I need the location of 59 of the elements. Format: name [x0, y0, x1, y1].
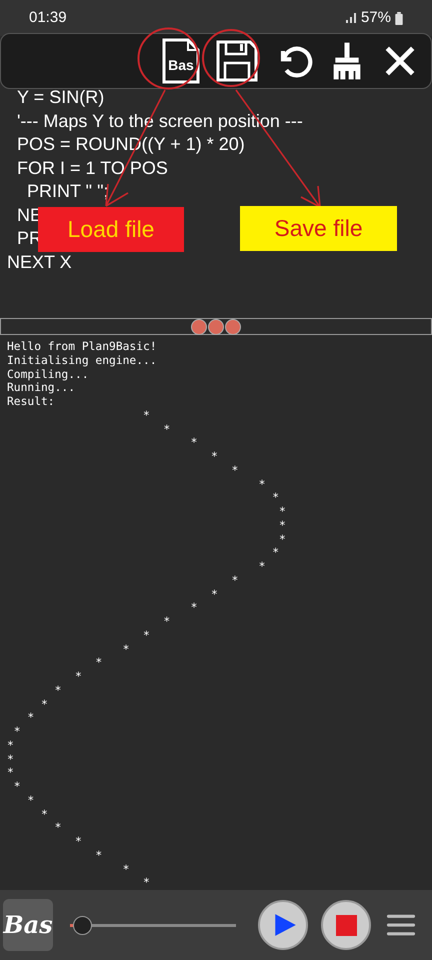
output-line: *	[26, 794, 34, 808]
output-line: *	[40, 698, 48, 712]
output-line: *	[258, 478, 266, 492]
output-line: *	[94, 656, 102, 670]
output-line: *	[162, 615, 170, 629]
app-logo[interactable]: Bas	[3, 899, 53, 951]
annotation-circle	[202, 29, 260, 87]
load-file-button[interactable]: Bas	[161, 37, 201, 85]
output-line: *	[278, 518, 286, 532]
output-line: *	[122, 862, 130, 876]
slider-thumb[interactable]	[72, 916, 92, 934]
annotation-label: Load file	[38, 207, 184, 252]
signal-icon	[344, 12, 357, 24]
code-line: FOR I = 1 TO POS	[16, 156, 168, 180]
code-line: NEXT X	[6, 250, 72, 274]
output-line: *	[40, 808, 48, 822]
annotation-label: Save file	[240, 206, 397, 251]
output-line: *	[7, 766, 14, 780]
output-line: *	[278, 532, 286, 546]
output-line: *	[54, 684, 62, 698]
output-line: Compiling...	[7, 368, 89, 382]
output-line: *	[12, 780, 21, 794]
output-line: *	[7, 738, 14, 752]
output-line: Initialising engine...	[7, 354, 157, 368]
status-time: 01:39	[29, 8, 67, 28]
run-button[interactable]	[258, 900, 308, 950]
output-line: *	[230, 464, 238, 478]
output-line: *	[54, 821, 62, 835]
output-line: *	[12, 725, 21, 739]
output-line: Hello from Plan9Basic!	[7, 340, 157, 354]
output-line: *	[271, 491, 280, 505]
annotation-circle	[137, 27, 200, 90]
splitter-handle[interactable]	[0, 318, 432, 335]
output-line: *	[271, 546, 280, 560]
code-line: Y = SIN(R)	[16, 86, 104, 109]
slider[interactable]	[70, 916, 236, 934]
output-line: *	[74, 835, 82, 849]
output-line: *	[258, 560, 266, 574]
battery-level: 57%	[360, 8, 391, 28]
output-line: *	[142, 628, 150, 642]
output-line: Running...	[7, 381, 76, 395]
save-icon[interactable]	[215, 39, 259, 83]
output-line: *	[210, 588, 218, 602]
output-line: *	[190, 601, 198, 615]
battery-icon	[395, 12, 403, 24]
output-line: *	[26, 711, 34, 725]
output-line: Result:	[7, 395, 55, 409]
output-line: *	[142, 408, 150, 422]
output-line: *	[142, 876, 150, 890]
output-line: *	[7, 752, 14, 766]
stop-button[interactable]	[321, 900, 371, 950]
output-line: *	[74, 670, 82, 684]
output-line: *	[94, 848, 102, 862]
output-line: *	[230, 574, 238, 588]
output-line: *	[278, 505, 286, 519]
output-line: *	[210, 450, 218, 464]
output-line: *	[122, 642, 130, 656]
output-line: *	[162, 422, 170, 436]
output-line: *	[190, 436, 198, 450]
